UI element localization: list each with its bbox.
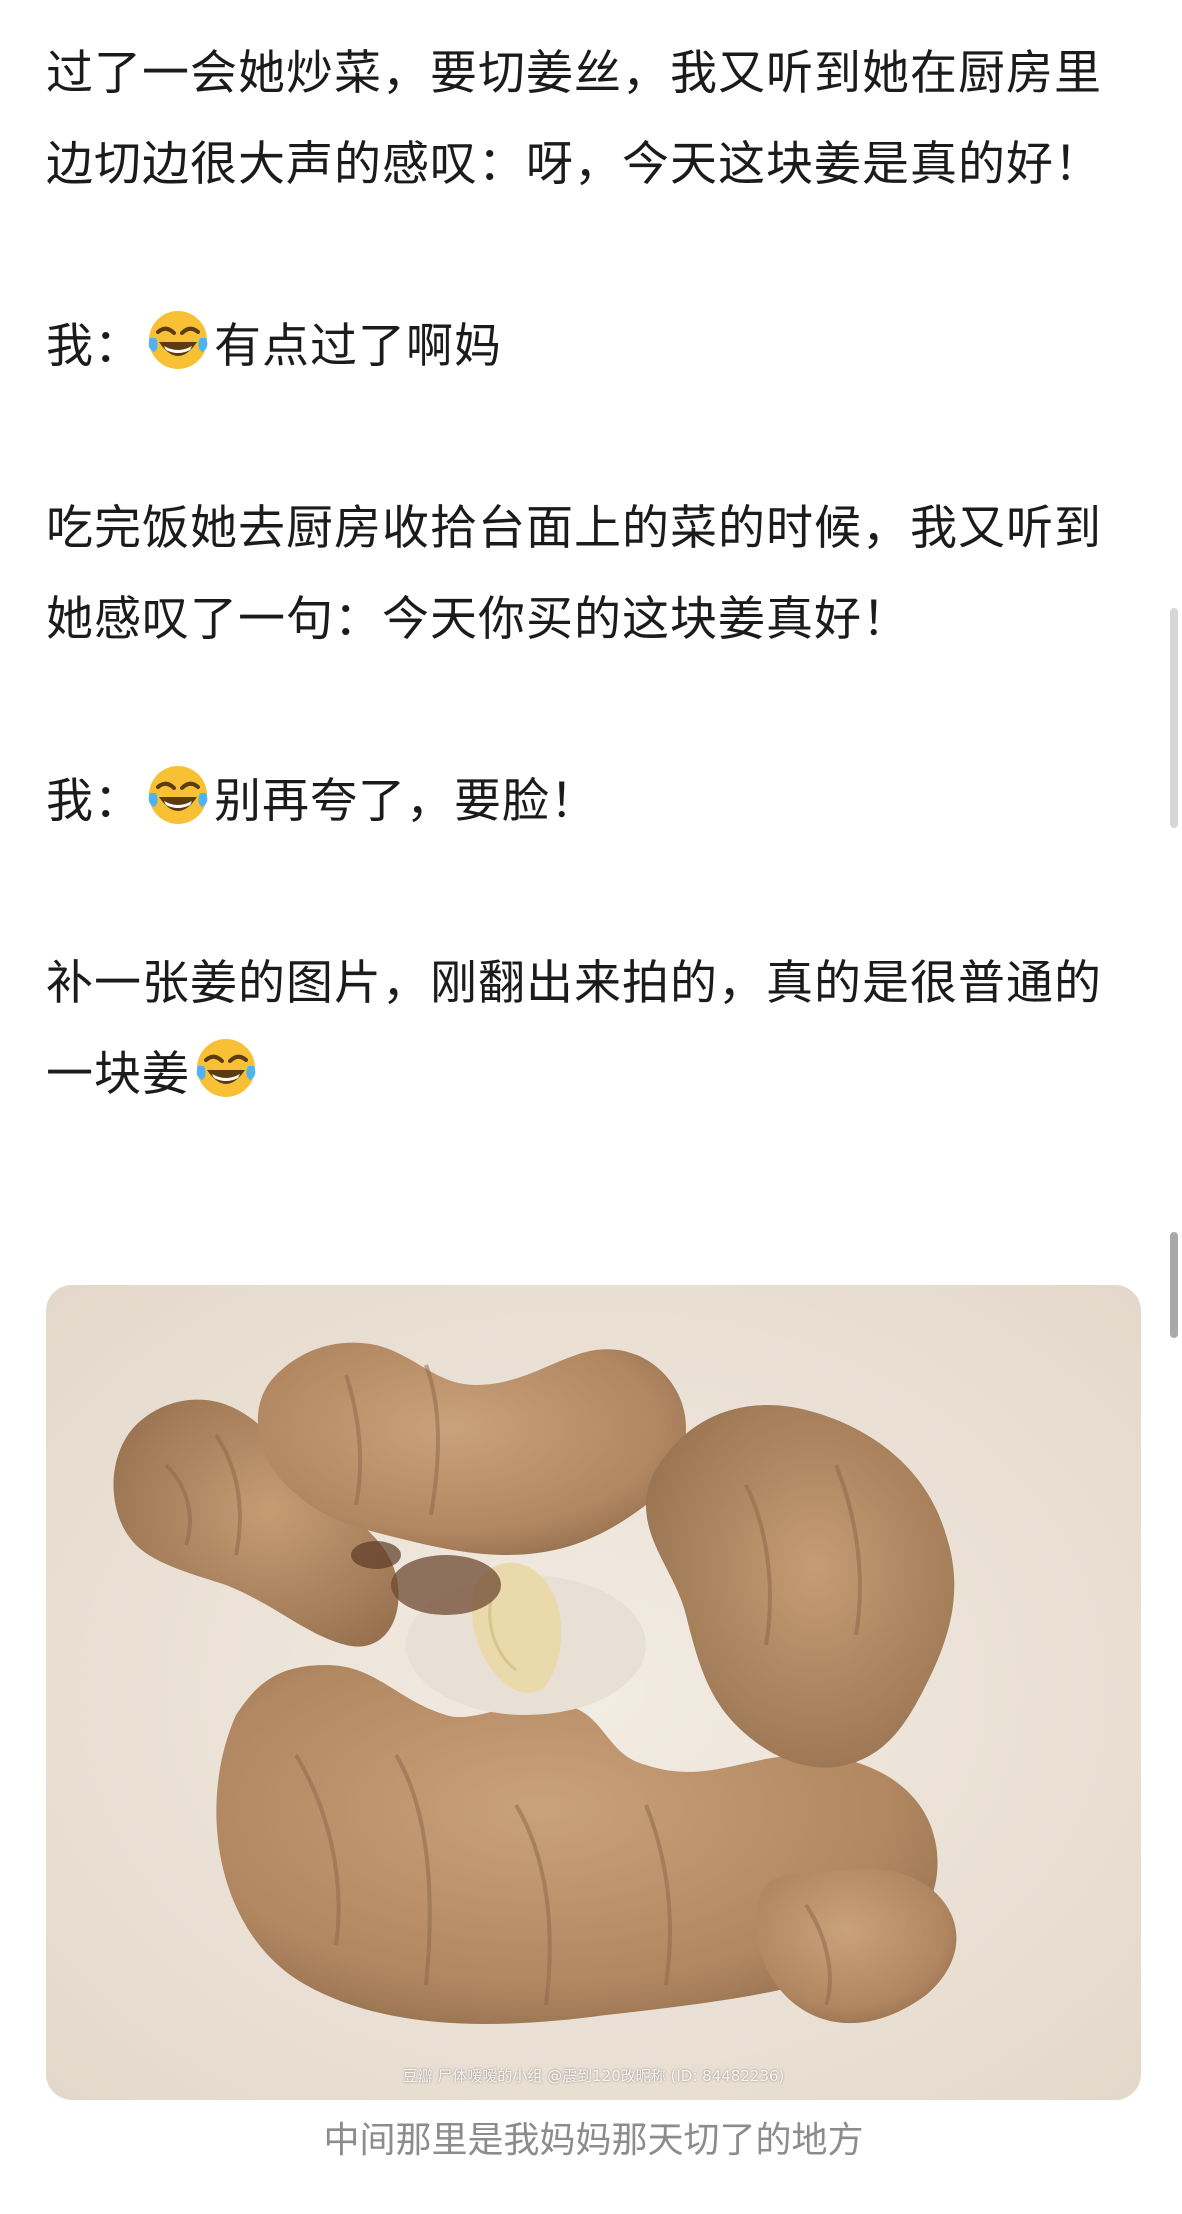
article-body: 过了一会她炒菜，要切姜丝，我又听到她在厨房里边切边很大声的感叹：呀，今天这块姜是…	[46, 28, 1146, 1120]
photo-watermark: 豆瓣 尸体嗳嗳的小组 @震到120改昵称 (ID: 84482236)	[402, 2067, 785, 2085]
ginger-photo[interactable]: 豆瓣 尸体嗳嗳的小组 @震到120改昵称 (ID: 84482236)	[46, 1285, 1141, 2100]
scrollbar-thumb-faint[interactable]	[1170, 608, 1178, 828]
scrollbar-thumb[interactable]	[1170, 1232, 1178, 1338]
photo-caption: 中间那里是我妈妈那天切了的地方	[323, 2120, 864, 2161]
paragraph-2: 我： 有点过了啊妈	[46, 301, 1146, 392]
paragraph-5: 补一张姜的图片，刚翻出来拍的，真的是很普通的一块姜	[46, 956, 1102, 1102]
ginger-image	[46, 1285, 1141, 2100]
face-with-tears-of-joy-icon	[148, 311, 208, 369]
paragraph-1: 过了一会她炒菜，要切姜丝，我又听到她在厨房里边切边很大声的感叹：呀，今天这块姜是…	[46, 46, 1102, 192]
face-with-tears-of-joy-icon	[148, 766, 208, 824]
scrollbar[interactable]	[1168, 0, 1182, 2214]
face-with-tears-of-joy-icon	[196, 1039, 256, 1097]
paragraph-3: 吃完饭她去厨房收拾台面上的菜的时候，我又听到她感叹了一句：今天你买的这块姜真好！	[46, 501, 1102, 647]
paragraph-4: 我： 别再夸了，要脸！	[46, 756, 1146, 847]
